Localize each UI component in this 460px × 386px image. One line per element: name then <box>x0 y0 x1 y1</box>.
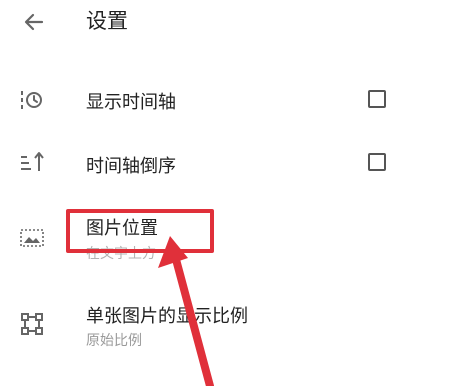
app-header: 设置 <box>0 0 460 52</box>
annotation-highlight-box <box>66 209 214 253</box>
setting-row-timeline-reverse[interactable]: 时间轴倒序 <box>0 140 460 184</box>
setting-row-show-timeline[interactable]: 显示时间轴 <box>0 78 460 122</box>
timeline-reverse-checkbox[interactable] <box>368 153 386 171</box>
show-timeline-checkbox[interactable] <box>368 90 386 108</box>
crop-frame-icon <box>21 313 43 335</box>
setting-label: 单张图片的显示比例 <box>86 306 248 327</box>
arrow-left-icon[interactable] <box>18 6 50 38</box>
sort-ascending-icon <box>21 152 44 171</box>
setting-label: 时间轴倒序 <box>86 156 176 177</box>
setting-value: 原始比例 <box>86 333 142 349</box>
setting-label: 显示时间轴 <box>86 92 176 113</box>
setting-row-image-ratio[interactable]: 单张图片的显示比例 原始比例 <box>0 296 460 360</box>
image-frame-icon <box>20 229 44 247</box>
timeline-clock-icon <box>21 91 42 109</box>
page-title: 设置 <box>86 9 128 33</box>
